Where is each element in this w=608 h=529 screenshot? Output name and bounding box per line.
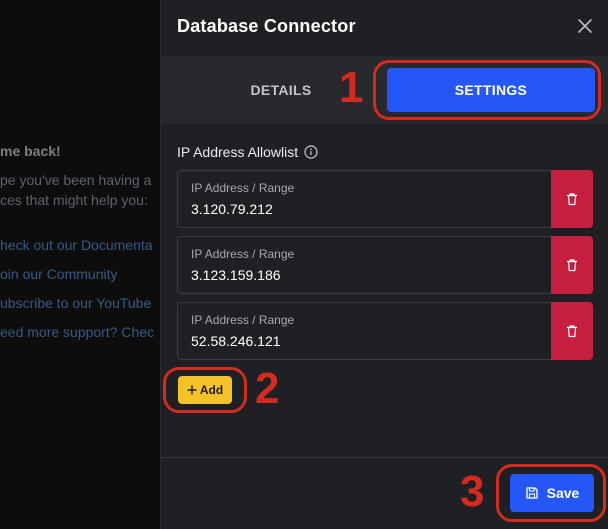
- step-number-3: 3: [460, 467, 485, 516]
- ip-field-value[interactable]: 52.58.246.121: [191, 333, 281, 349]
- tab-details[interactable]: DETAILS: [233, 68, 329, 112]
- footer-divider: [161, 457, 608, 458]
- close-icon[interactable]: [577, 18, 593, 34]
- intro-text-line-2: ces that might help you:: [0, 192, 148, 208]
- ip-entry-row: IP Address / Range 3.120.79.212: [177, 170, 593, 228]
- ip-field-label: IP Address / Range: [191, 313, 295, 327]
- ip-entry-row: IP Address / Range 52.58.246.121: [177, 302, 593, 360]
- background-panel: me back! pe you've been having a ces tha…: [0, 0, 160, 529]
- ip-field-value[interactable]: 3.120.79.212: [191, 201, 273, 217]
- info-icon[interactable]: [304, 145, 318, 159]
- ip-address-field[interactable]: IP Address / Range 3.123.159.186: [177, 236, 551, 294]
- delete-ip-button[interactable]: [551, 236, 593, 294]
- community-link[interactable]: oin our Community: [0, 266, 118, 282]
- trash-icon: [567, 325, 577, 338]
- ip-address-field[interactable]: IP Address / Range 52.58.246.121: [177, 302, 551, 360]
- ip-entry-row: IP Address / Range 3.123.159.186: [177, 236, 593, 294]
- annotation-ring-add: [163, 367, 247, 413]
- step-number-2: 2: [255, 364, 280, 413]
- annotation-ring-settings: [373, 60, 601, 120]
- ip-field-label: IP Address / Range: [191, 181, 295, 195]
- ip-field-label: IP Address / Range: [191, 247, 295, 261]
- intro-text-line-1: pe you've been having a: [0, 172, 152, 188]
- trash-icon: [567, 193, 577, 206]
- step-number-1: 1: [339, 63, 364, 112]
- annotation-ring-save: [496, 464, 606, 522]
- ip-field-value[interactable]: 3.123.159.186: [191, 267, 281, 283]
- allowlist-label: IP Address Allowlist: [177, 144, 299, 160]
- documentation-link[interactable]: heck out our Documenta: [0, 237, 153, 253]
- youtube-link[interactable]: ubscribe to our YouTube: [0, 295, 151, 311]
- drawer-header: Database Connector: [161, 0, 608, 56]
- support-link[interactable]: eed more support? Chec: [0, 324, 154, 340]
- welcome-text: me back!: [0, 143, 61, 159]
- trash-icon: [567, 259, 577, 272]
- delete-ip-button[interactable]: [551, 302, 593, 360]
- allowlist-heading: IP Address Allowlist: [177, 144, 318, 160]
- delete-ip-button[interactable]: [551, 170, 593, 228]
- ip-address-field[interactable]: IP Address / Range 3.120.79.212: [177, 170, 551, 228]
- drawer-title: Database Connector: [177, 16, 356, 36]
